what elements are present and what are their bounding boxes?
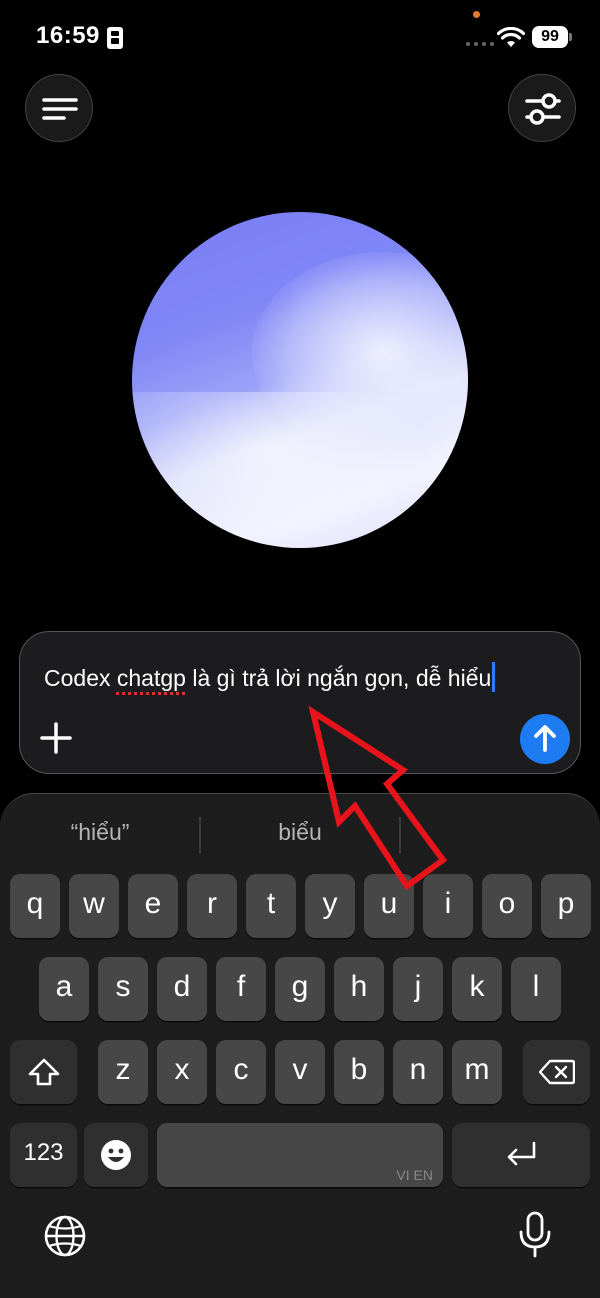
key-p[interactable]: p — [541, 874, 591, 938]
voice-settings-button[interactable] — [508, 74, 576, 142]
battery-cap — [569, 33, 572, 41]
key-t[interactable]: t — [246, 874, 296, 938]
privacy-indicator-dot — [473, 11, 480, 18]
key-m[interactable]: m — [452, 1040, 502, 1104]
plus-icon[interactable] — [38, 720, 74, 756]
key-o[interactable]: o — [482, 874, 532, 938]
key-x[interactable]: x — [157, 1040, 207, 1104]
battery-icon: 99 — [532, 26, 568, 48]
menu-icon — [42, 98, 78, 120]
key-s[interactable]: s — [98, 957, 148, 1021]
sim-card-icon — [107, 27, 123, 49]
backspace-icon — [538, 1059, 575, 1085]
key-c[interactable]: c — [216, 1040, 266, 1104]
globe-icon[interactable] — [42, 1213, 88, 1259]
menu-button[interactable] — [25, 74, 93, 142]
numbers-key[interactable]: 123 — [10, 1123, 77, 1187]
key-b[interactable]: b — [334, 1040, 384, 1104]
sliders-icon — [525, 93, 561, 125]
annotation-arrow — [308, 705, 448, 891]
shift-icon — [28, 1058, 59, 1086]
key-j[interactable]: j — [393, 957, 443, 1021]
return-key[interactable] — [452, 1123, 590, 1187]
status-bar: 16:59 99 — [0, 0, 600, 76]
key-k[interactable]: k — [452, 957, 502, 1021]
wifi-icon — [497, 27, 525, 47]
space-language-label: VI EN — [396, 1167, 433, 1183]
key-w[interactable]: w — [69, 874, 119, 938]
key-a[interactable]: a — [39, 957, 89, 1021]
message-text-end: là gì trả lời ngắn gọn, dễ hiểu — [185, 665, 492, 691]
microphone-icon[interactable] — [516, 1210, 554, 1260]
key-g[interactable]: g — [275, 957, 325, 1021]
shift-key[interactable] — [10, 1040, 77, 1104]
key-l[interactable]: l — [511, 957, 561, 1021]
space-key[interactable]: VI EN — [157, 1123, 443, 1187]
message-text-start: Codex — [44, 665, 117, 691]
key-v[interactable]: v — [275, 1040, 325, 1104]
message-input[interactable]: Codex chatgp là gì trả lời ngắn gọn, dễ … — [44, 662, 496, 692]
voice-orb[interactable] — [132, 212, 468, 548]
misspelled-word[interactable]: chatgp — [117, 665, 186, 691]
key-d[interactable]: d — [157, 957, 207, 1021]
status-time: 16:59 — [36, 22, 100, 49]
send-button[interactable] — [520, 714, 570, 764]
key-e[interactable]: e — [128, 874, 178, 938]
key-r[interactable]: r — [187, 874, 237, 938]
key-h[interactable]: h — [334, 957, 384, 1021]
emoji-key[interactable] — [84, 1123, 148, 1187]
emoji-icon — [101, 1140, 131, 1170]
arrow-up-icon — [534, 725, 556, 752]
key-q[interactable]: q — [10, 874, 60, 938]
return-icon — [507, 1141, 536, 1166]
backspace-key[interactable] — [523, 1040, 590, 1104]
key-z[interactable]: z — [98, 1040, 148, 1104]
key-n[interactable]: n — [393, 1040, 443, 1104]
key-f[interactable]: f — [216, 957, 266, 1021]
signal-dots-icon — [466, 42, 494, 46]
suggestion-1[interactable]: “hiểu” — [0, 819, 200, 846]
text-caret — [492, 662, 496, 692]
